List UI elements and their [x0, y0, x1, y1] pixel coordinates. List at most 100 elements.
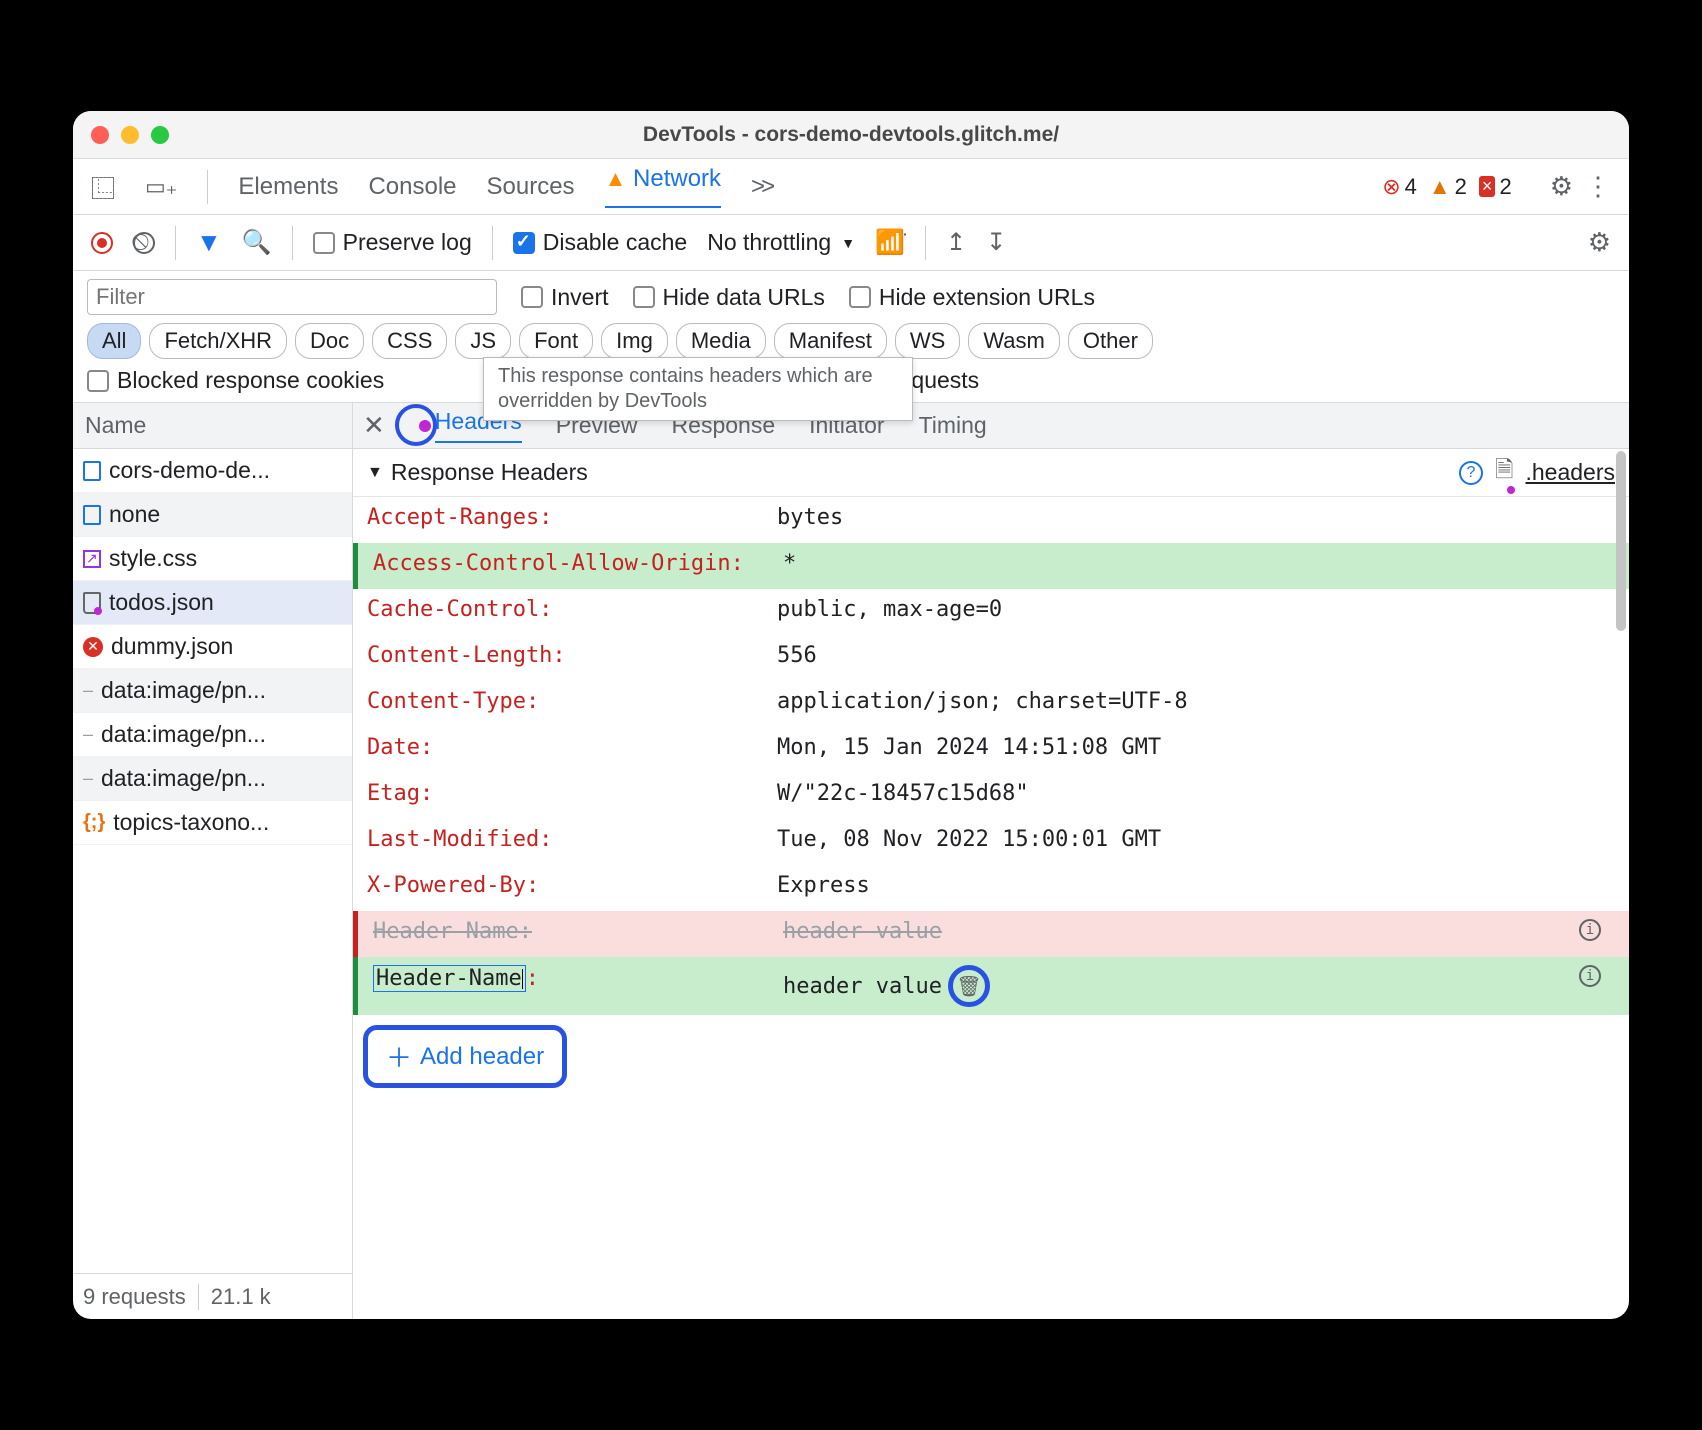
header-row[interactable]: Etag:W/"22c-18457c15d68": [353, 773, 1629, 819]
pill-manifest[interactable]: Manifest: [774, 323, 887, 359]
pill-js[interactable]: JS: [455, 323, 511, 359]
header-row[interactable]: Content-Type:application/json; charset=U…: [353, 681, 1629, 727]
pill-css[interactable]: CSS: [372, 323, 447, 359]
warning-icon: ▲: [605, 166, 627, 191]
image-icon: –: [83, 680, 93, 701]
pill-ws[interactable]: WS: [895, 323, 960, 359]
json-override-icon: [83, 592, 101, 614]
pill-wasm[interactable]: Wasm: [968, 323, 1060, 359]
header-row-removed[interactable]: Header-Name:header valuei: [353, 911, 1629, 957]
header-row[interactable]: Last-Modified:Tue, 08 Nov 2022 15:00:01 …: [353, 819, 1629, 865]
request-row[interactable]: –data:image/pn...: [73, 757, 352, 801]
preserve-log-checkbox[interactable]: Preserve log: [313, 229, 472, 256]
request-row[interactable]: {;}topics-taxono...: [73, 801, 352, 845]
network-conditions-icon[interactable]: 📶̇: [875, 228, 905, 257]
section-title: Response Headers: [391, 459, 588, 486]
titlebar: DevTools - cors-demo-devtools.glitch.me/: [73, 111, 1629, 159]
transfer-size: 21.1 k: [211, 1284, 271, 1310]
add-header-button[interactable]: ＋ Add header: [363, 1025, 567, 1088]
invert-checkbox[interactable]: Invert: [521, 284, 609, 311]
overrides-file-icon: 🗎: [1495, 453, 1514, 492]
document-icon: [83, 505, 101, 525]
download-icon[interactable]: ↧: [986, 228, 1006, 257]
request-row[interactable]: ✕dummy.json: [73, 625, 352, 669]
header-row[interactable]: Cache-Control:public, max-age=0: [353, 589, 1629, 635]
resource-type-filters: All Fetch/XHR Doc CSS JS Font Img Media …: [87, 323, 1615, 359]
header-name-input[interactable]: Header-Name: [373, 965, 526, 992]
requests-count: 9 requests: [83, 1284, 186, 1310]
image-icon: –: [83, 724, 93, 745]
request-row[interactable]: cors-demo-de...: [73, 449, 352, 493]
json-icon: {;}: [83, 811, 105, 834]
hide-data-urls-checkbox[interactable]: Hide data URLs: [633, 284, 825, 311]
header-row[interactable]: Date:Mon, 15 Jan 2024 14:51:08 GMT: [353, 727, 1629, 773]
pill-media[interactable]: Media: [676, 323, 766, 359]
upload-icon[interactable]: ↥: [946, 228, 966, 257]
sidebar-footer: 9 requests 21.1 k: [73, 1273, 352, 1319]
request-row-selected[interactable]: todos.json: [73, 581, 352, 625]
delete-header-icon[interactable]: 🗑: [956, 974, 981, 998]
help-icon[interactable]: ?: [1459, 461, 1483, 485]
request-row[interactable]: style.css: [73, 537, 352, 581]
requests-sidebar: Name cors-demo-de... none style.css todo…: [73, 403, 353, 1319]
request-row[interactable]: –data:image/pn...: [73, 713, 352, 757]
error-count[interactable]: ⊗4: [1382, 174, 1417, 200]
pill-doc[interactable]: Doc: [295, 323, 364, 359]
hide-extension-urls-checkbox[interactable]: Hide extension URLs: [849, 284, 1095, 311]
header-row[interactable]: X-Powered-By:Express: [353, 865, 1629, 911]
request-row[interactable]: none: [73, 493, 352, 537]
pill-font[interactable]: Font: [519, 323, 593, 359]
info-icon[interactable]: i: [1579, 919, 1601, 941]
request-row[interactable]: –data:image/pn...: [73, 669, 352, 713]
inspect-icon[interactable]: ⿺⃞: [91, 169, 115, 204]
annotation-ring: 🗑: [948, 965, 990, 1007]
header-row-editing[interactable]: Header-Name: header value🗑 i: [353, 957, 1629, 1015]
collapse-caret-icon: ▼: [367, 464, 383, 482]
override-tooltip: This response contains headers which are…: [483, 357, 913, 421]
header-value-input[interactable]: header value: [783, 974, 942, 999]
pill-fetch-xhr[interactable]: Fetch/XHR: [149, 323, 287, 359]
headers-file-link[interactable]: .headers: [1525, 459, 1615, 486]
tab-sources[interactable]: Sources: [487, 173, 575, 201]
filter-input[interactable]: [87, 279, 497, 315]
header-row-overridden[interactable]: Access-Control-Allow-Origin:*: [353, 543, 1629, 589]
separator: [207, 170, 208, 204]
separator: [292, 226, 293, 260]
plus-icon: ＋: [386, 1038, 412, 1075]
device-mode-icon[interactable]: ▭₊: [145, 174, 177, 200]
issues-count[interactable]: ×2: [1479, 174, 1512, 200]
pill-all[interactable]: All: [87, 323, 141, 359]
tab-console[interactable]: Console: [368, 173, 456, 201]
clear-button[interactable]: ⃠: [133, 232, 155, 254]
search-icon[interactable]: 🔍: [242, 228, 272, 257]
record-button[interactable]: [91, 232, 113, 254]
annotation-ring: [395, 404, 437, 446]
disable-cache-checkbox[interactable]: Disable cache: [513, 229, 687, 256]
separator: [925, 226, 926, 260]
blocked-cookies-checkbox[interactable]: Blocked response cookies: [87, 367, 384, 394]
header-row[interactable]: Content-Length:556: [353, 635, 1629, 681]
tab-network[interactable]: ▲ Network: [605, 165, 721, 208]
separator: [492, 226, 493, 260]
info-icon[interactable]: i: [1579, 965, 1601, 987]
close-details-button[interactable]: ✕: [363, 410, 385, 441]
response-headers-section[interactable]: ▼ Response Headers ? 🗎 .headers: [353, 449, 1629, 497]
sidebar-header[interactable]: Name: [73, 403, 352, 449]
throttling-select[interactable]: No throttling▼: [707, 229, 855, 256]
tab-timing[interactable]: Timing: [919, 412, 987, 439]
filter-icon[interactable]: ▼: [196, 227, 222, 258]
pill-img[interactable]: Img: [601, 323, 668, 359]
tab-elements[interactable]: Elements: [238, 173, 338, 201]
warning-count[interactable]: ▲2: [1429, 174, 1467, 200]
image-icon: –: [83, 768, 93, 789]
more-tabs[interactable]: >>: [751, 173, 771, 201]
header-row[interactable]: Accept-Ranges:bytes: [353, 497, 1629, 543]
scrollbar[interactable]: [1616, 451, 1626, 631]
panel-settings-icon[interactable]: ⚙: [1588, 227, 1611, 258]
request-details: ✕ Headers Preview Response Initiator Tim…: [353, 403, 1629, 1319]
headers-table: Accept-Ranges:bytes Access-Control-Allow…: [353, 497, 1629, 1015]
pill-other[interactable]: Other: [1068, 323, 1153, 359]
content-area: Name cors-demo-de... none style.css todo…: [73, 403, 1629, 1319]
settings-icon[interactable]: ⚙: [1550, 171, 1573, 202]
kebab-icon[interactable]: ⋮: [1585, 171, 1611, 202]
